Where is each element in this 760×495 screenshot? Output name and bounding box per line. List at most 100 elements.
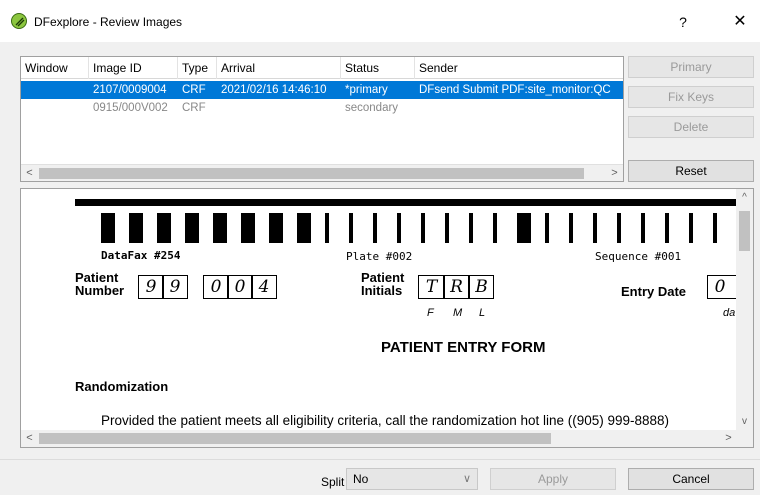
cancel-button[interactable]: Cancel [628,468,754,490]
initials-hint-first: F [427,307,434,319]
patient-initial: T [425,277,438,297]
form-title: PATIENT ENTRY FORM [381,339,546,356]
image-vertical-scrollbar[interactable]: ^ v [736,189,753,430]
barcode-bar [269,213,283,243]
barcode-bar [689,213,693,243]
column-header-type[interactable]: Type [178,57,217,79]
barcode-bar [713,213,717,243]
barcode-bar [101,213,115,243]
barcode-bar [593,213,597,243]
barcode-bar [469,213,473,243]
patient-number-box-1: 9 9 [138,275,188,299]
split-select-value: No [353,472,369,486]
patient-number-digit: 9 [169,277,181,297]
barcode-bar [397,213,401,243]
primary-button[interactable]: Primary [628,56,754,78]
table-header: Window Image ID Type Arrival Status Send… [21,57,623,79]
barcode-bar [641,213,645,243]
patient-number-digit: 9 [145,277,157,297]
chevron-down-icon: ∨ [462,473,471,485]
patient-number-digit: 0 [234,277,246,297]
bottom-divider [0,459,760,460]
scroll-up-arrow-icon[interactable]: ^ [736,189,753,206]
title-bar: DFexplore - Review Images ? ✕ [0,0,760,42]
barcode-bar [445,213,449,243]
barcode-bar [569,213,573,243]
close-button[interactable]: ✕ [725,8,755,36]
column-header-window[interactable]: Window [21,57,89,79]
column-header-arrival[interactable]: Arrival [217,57,341,79]
cell-image-id: 2107/0009004 [93,84,167,96]
barcode-bar [213,213,227,243]
section-heading-randomization: Randomization [75,379,169,394]
barcode-bar [297,213,311,243]
cell-sender [415,99,623,117]
reset-button[interactable]: Reset [628,160,754,182]
sequence-number: Sequence #001 [595,250,682,263]
image-preview-panel[interactable]: DataFax #254 Plate #002 Sequence #001 Pa… [20,188,754,448]
barcode-bar [157,213,171,243]
barcode-bar [545,213,549,243]
randomization-instruction: Provided the patient meets all eligibili… [101,413,670,428]
barcode-bar [373,213,377,243]
cell-status: secondary [345,102,399,114]
scroll-right-arrow-icon[interactable]: > [720,430,737,447]
initials-hint-middle: M [453,307,463,319]
barcode-bar [421,213,425,243]
image-vertical-scroll-thumb[interactable] [739,211,750,251]
cell-status: *primary [345,84,388,96]
scroll-left-arrow-icon[interactable]: < [21,165,38,181]
column-header-image-id[interactable]: Image ID [89,57,178,79]
crf-form-image: DataFax #254 Plate #002 Sequence #001 Pa… [21,189,737,430]
patient-number-digit: 0 [210,277,222,297]
column-header-sender[interactable]: Sender [415,57,623,79]
split-label: Split [321,475,345,489]
table-row[interactable]: 2107/0009004 CRF 2021/02/16 14:46:10 *pr… [21,81,623,99]
barcode-bar [493,213,497,243]
split-select[interactable]: No ∨ [346,468,478,490]
entry-date-label: Entry Date [621,284,687,299]
cell-window [21,99,89,117]
column-header-status[interactable]: Status [341,57,415,79]
dfexplore-app-icon [11,13,27,29]
image-list-table[interactable]: Window Image ID Type Arrival Status Send… [20,56,624,182]
table-horizontal-scrollbar[interactable]: < > [21,164,623,181]
barcode-bar [129,213,143,243]
patient-initial: B [475,277,488,297]
cell-arrival [217,99,341,117]
patient-initial: R [450,277,463,297]
barcode-bar [617,213,621,243]
entry-date-hint: da [723,307,736,319]
cell-arrival: 2021/02/16 14:46:10 [221,84,327,96]
apply-button[interactable]: Apply [490,468,616,490]
barcode-bar [241,213,255,243]
help-button[interactable]: ? [668,8,698,36]
plate-number: Plate #002 [346,250,413,263]
cell-image-id: 0915/000V002 [93,102,168,114]
table-scroll-thumb[interactable] [39,168,584,179]
image-horizontal-scroll-thumb[interactable] [39,433,551,444]
image-horizontal-scrollbar[interactable]: < > [21,430,737,447]
delete-button[interactable]: Delete [628,116,754,138]
scroll-right-arrow-icon[interactable]: > [606,165,623,181]
barcode-bar [349,213,353,243]
cell-sender: DFsend Submit PDF:site_monitor:QC [419,84,611,96]
window-title: DFexplore - Review Images [34,15,183,29]
patient-number-digit: 4 [258,277,270,297]
patient-initials-box: T R B [418,275,494,299]
scroll-left-arrow-icon[interactable]: < [21,430,38,447]
initials-hint-last: L [479,307,486,319]
barcode-bar [185,213,199,243]
datafax-id: DataFax #254 [101,249,181,262]
scroll-down-arrow-icon[interactable]: v [736,413,753,430]
patient-initials-label-line2: Initials [361,283,403,298]
patient-number-box-2: 0 0 4 [203,275,277,299]
cell-type: CRF [182,84,206,96]
fix-keys-button[interactable]: Fix Keys [628,86,754,108]
form-top-rule [75,199,737,206]
scrollbar-corner [736,430,753,447]
barcode-bar [517,213,531,243]
barcode-bar [325,213,329,243]
table-row[interactable]: 0915/000V002 CRF secondary [21,99,623,117]
patient-number-label-line2: Number [75,283,125,298]
